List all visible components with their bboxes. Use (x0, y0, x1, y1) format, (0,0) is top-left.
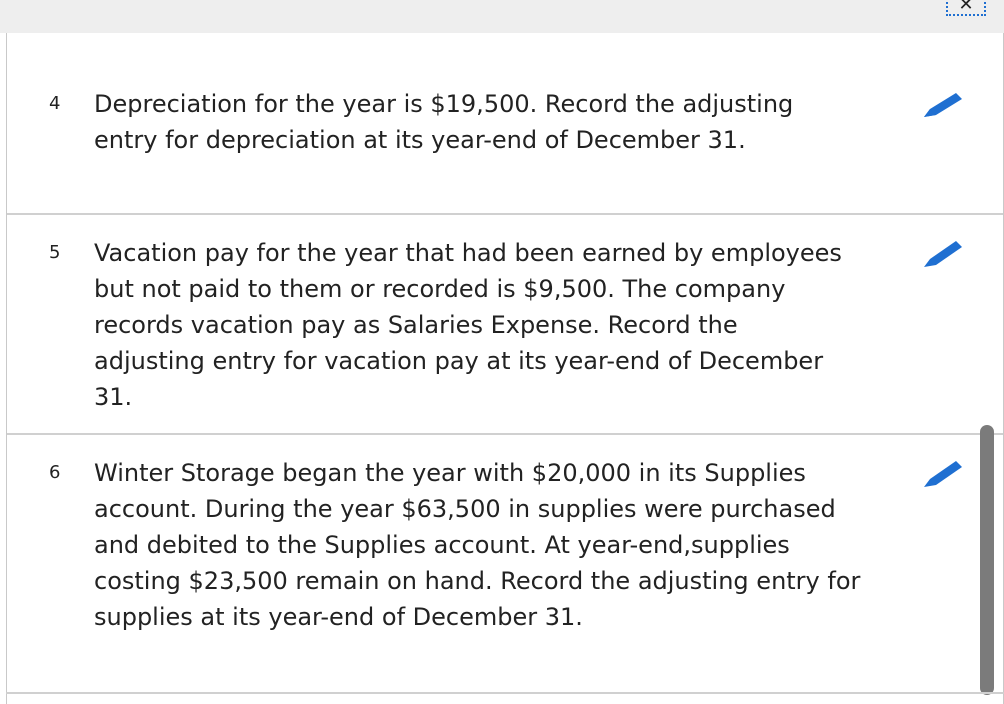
item-text: Winter Storage began the year with $20,0… (94, 459, 861, 631)
item-number: 5 (49, 242, 61, 263)
item-number: 6 (49, 462, 61, 483)
item-text: Depreciation for the year is $19,500. Re… (94, 90, 794, 154)
pencil-icon[interactable] (920, 237, 970, 277)
list-item: 5 Vacation pay for the year that had bee… (7, 215, 1003, 435)
list-item: 4 Depreciation for the year is $19,500. … (7, 33, 1003, 215)
top-bar: ✕ (0, 0, 1004, 33)
scrollbar[interactable] (980, 425, 994, 695)
pencil-icon[interactable] (920, 91, 970, 131)
pencil-icon[interactable] (920, 457, 970, 497)
list-item: 6 Winter Storage began the year with $20… (7, 435, 1003, 694)
item-number: 4 (49, 93, 61, 114)
close-icon[interactable]: ✕ (946, 0, 986, 16)
page: ✕ 4 Depreciation for the year is $19,500… (0, 0, 1004, 704)
divider (6, 692, 1004, 694)
item-text: Vacation pay for the year that had been … (94, 239, 842, 411)
entries-panel: 4 Depreciation for the year is $19,500. … (6, 33, 1004, 704)
